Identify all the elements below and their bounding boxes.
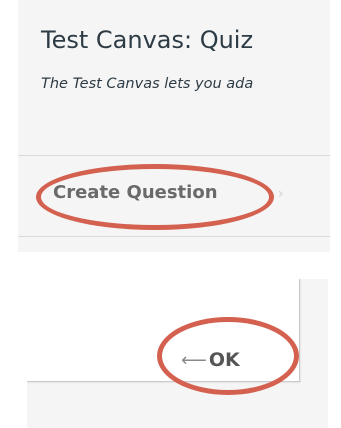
dialog-content-box: ⟵ OK — [27, 279, 300, 382]
chevron-right-icon: › — [278, 186, 284, 202]
page-title: Test Canvas: Quiz — [41, 26, 254, 54]
left-arrow-icon: ⟵ — [181, 350, 207, 371]
divider-bottom — [18, 236, 330, 237]
ok-label: OK — [208, 349, 240, 371]
divider-top — [18, 155, 330, 156]
create-question-link[interactable]: Create Question — [53, 184, 218, 202]
page-description: The Test Canvas lets you ada — [41, 76, 254, 92]
dialog-footer-panel: ⟵ OK — [27, 279, 328, 428]
quiz-header-panel: Test Canvas: Quiz The Test Canvas lets y… — [18, 0, 330, 252]
ok-button[interactable]: ⟵ OK — [181, 351, 240, 370]
